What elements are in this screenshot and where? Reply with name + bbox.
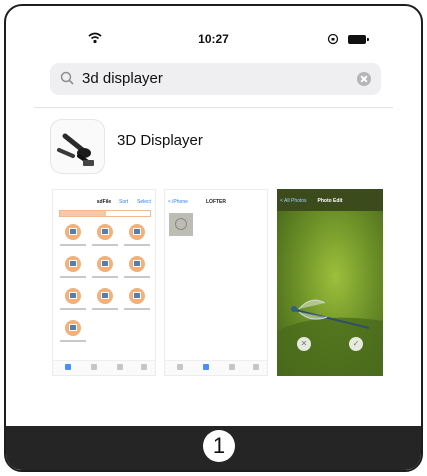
mini-select-link: Select: [137, 199, 151, 205]
mini-file-caption: [92, 308, 118, 310]
dragonfly-illustration: [277, 299, 383, 376]
mini-file-caption: [60, 244, 86, 246]
mini-file-icon: [129, 224, 145, 240]
mini-segment-control: [59, 210, 151, 217]
orientation-lock-icon: [327, 33, 339, 45]
screenshot-1[interactable]: sdFile Sort Select: [52, 189, 156, 376]
mini-file-caption: [92, 276, 118, 278]
mini-tab-bar: [53, 360, 155, 375]
mini-file-caption: [124, 276, 150, 278]
mini-file-icon: [97, 224, 113, 240]
search-input[interactable]: 3d displayer: [82, 70, 163, 87]
mini-file-icon: [129, 256, 145, 272]
app-icon[interactable]: [50, 119, 105, 174]
phone-frame: 10:27 3d displayer 3D Displayer sdFile S…: [4, 4, 423, 472]
mini-file-icon: [65, 320, 81, 336]
footer-bar: 1: [6, 426, 421, 470]
mini-file-caption: [60, 308, 86, 310]
mini-title: LOFTER: [206, 199, 226, 205]
mini-file-icon: [65, 224, 81, 240]
mini-file-icon: [65, 288, 81, 304]
mini-file-caption: [60, 276, 86, 278]
mini-file-icon: [129, 288, 145, 304]
mini-photo-header: < All Photos Photo Edit: [277, 189, 383, 211]
mini-sort-link: Sort: [119, 199, 129, 205]
screenshot-3[interactable]: < All Photos Photo Edit ✕ ✓: [277, 189, 383, 376]
mini-file-icon: [65, 256, 81, 272]
hologram-fan-icon: [57, 133, 94, 166]
mini-cancel-icon: ✕: [297, 337, 311, 351]
dragonfly-photo: [277, 211, 383, 376]
mini-title: Photo Edit: [317, 198, 343, 204]
search-bar[interactable]: 3d displayer: [50, 63, 381, 95]
battery-icon: [348, 35, 369, 44]
search-icon: [60, 71, 74, 85]
mini-file-caption: [92, 244, 118, 246]
mini-file-icon: [97, 256, 113, 272]
mini-tab-bar: [165, 360, 267, 375]
mini-file-caption: [124, 244, 150, 246]
screenshot-2[interactable]: < iPhone LOFTER: [164, 189, 268, 376]
mini-confirm-icon: ✓: [349, 337, 363, 351]
mini-file-icon: [97, 288, 113, 304]
mini-photo-thumbnail: [169, 213, 193, 236]
mini-file-caption: [124, 308, 150, 310]
app-name[interactable]: 3D Displayer: [117, 132, 203, 149]
mini-file-caption: [60, 340, 86, 342]
clear-search-icon[interactable]: [357, 72, 371, 86]
divider: [34, 107, 393, 108]
status-bar: 10:27: [6, 30, 421, 50]
page-number-badge: 1: [203, 430, 235, 462]
